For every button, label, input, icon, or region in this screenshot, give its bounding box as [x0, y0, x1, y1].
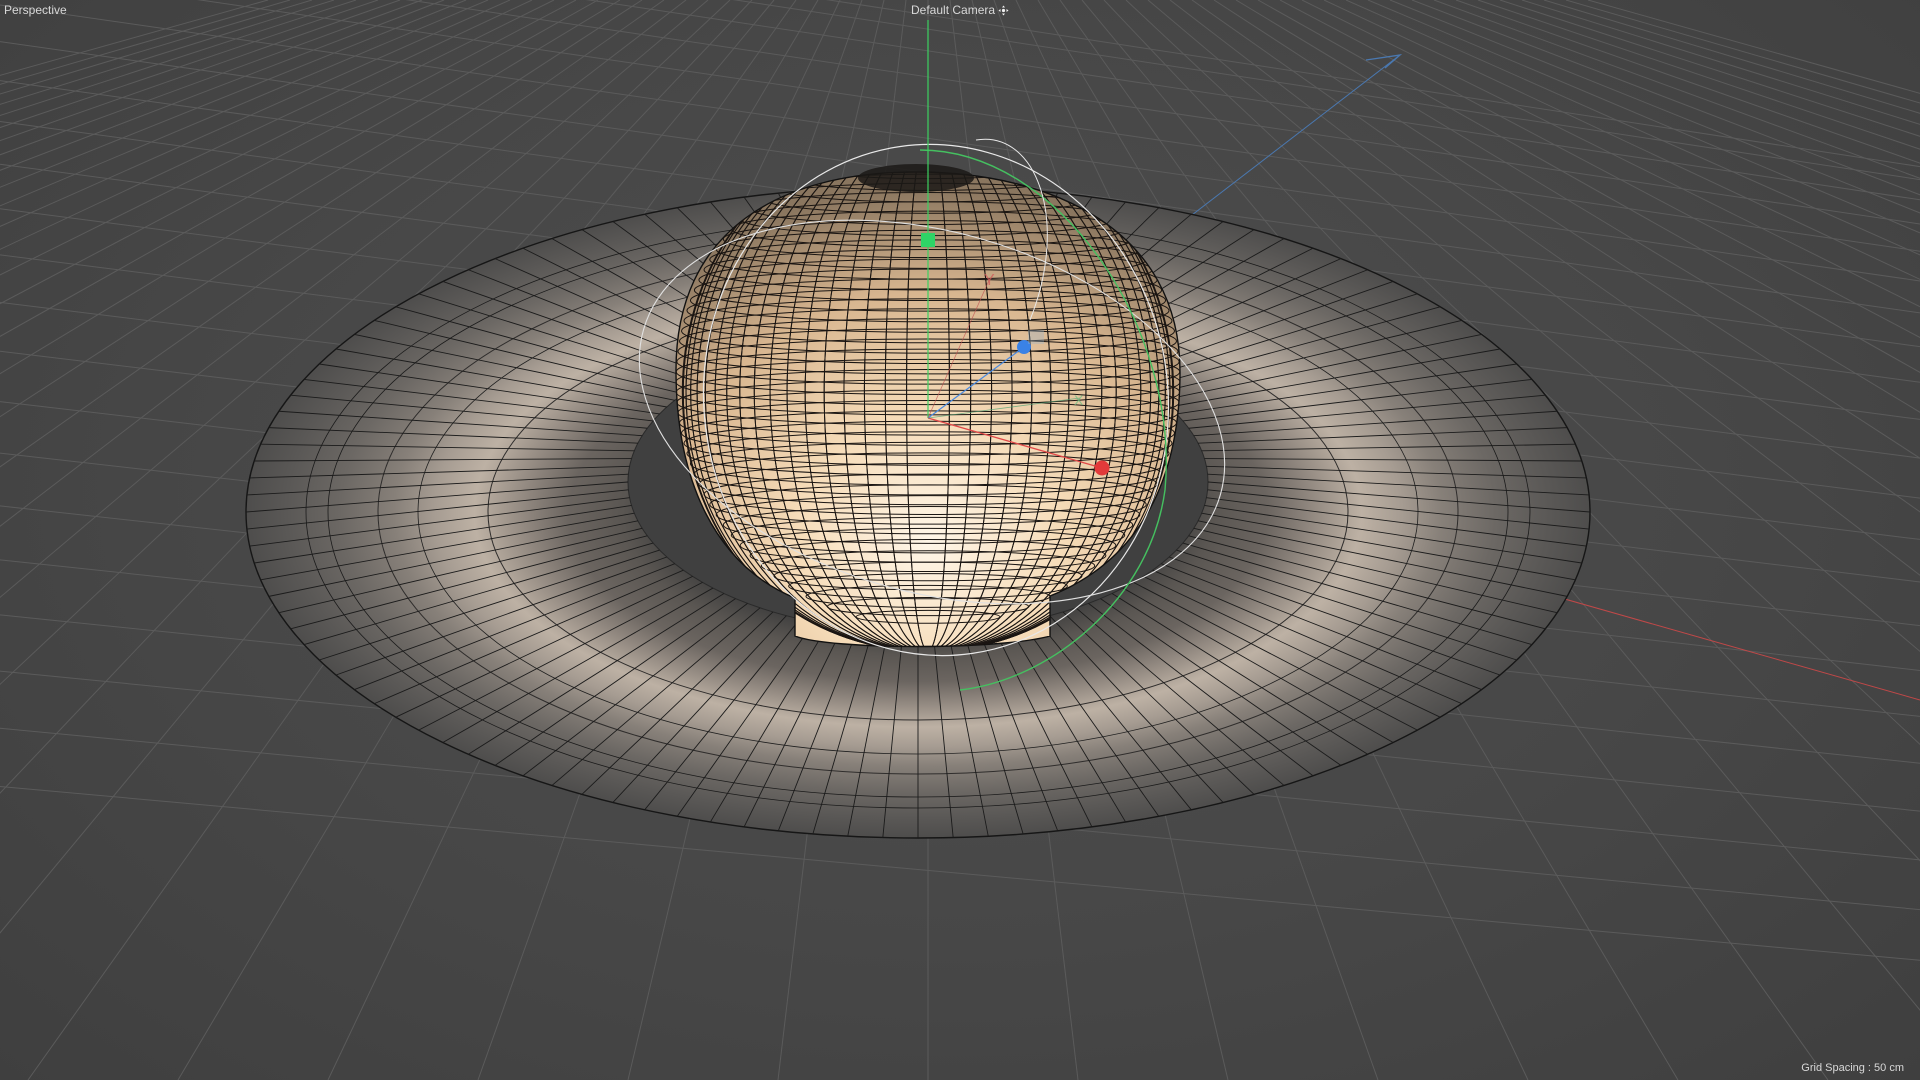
svg-text:X: X: [1074, 392, 1084, 408]
viewport-view-name[interactable]: Perspective: [4, 3, 67, 17]
3d-viewport[interactable]: Y X Perspective Default Camera Grid Spac…: [0, 0, 1920, 1080]
y-axis-handle[interactable]: [921, 233, 935, 247]
scene-canvas[interactable]: Y X: [0, 0, 1920, 1080]
grid-spacing-readout: Grid Spacing : 50 cm: [1801, 1062, 1904, 1074]
xz-plane-handle[interactable]: [1028, 330, 1044, 344]
camera-menu[interactable]: Default Camera: [911, 3, 1009, 17]
world-z-axis-arrow: [1365, 54, 1403, 69]
camera-move-icon[interactable]: [998, 5, 1009, 16]
camera-name-label: Default Camera: [911, 3, 996, 17]
svg-text:Y: Y: [984, 272, 995, 289]
x-axis-handle[interactable]: [1094, 460, 1110, 476]
